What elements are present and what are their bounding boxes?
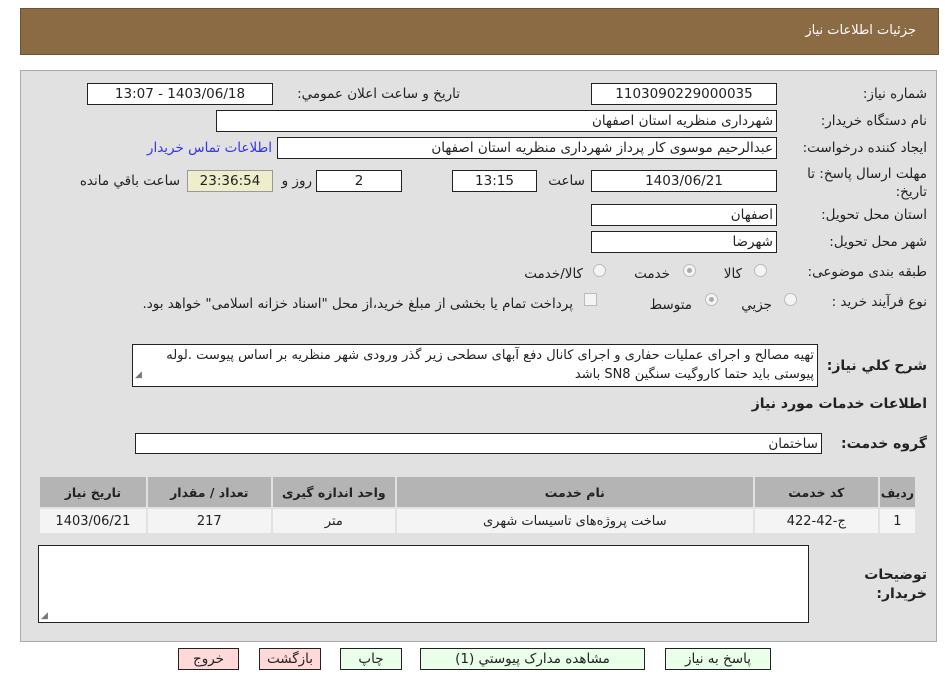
- category-service-label: خدمت: [634, 266, 670, 282]
- cell-qty: 217: [147, 509, 271, 533]
- services-title: اطلاعات خدمات مورد نیاز: [751, 396, 927, 412]
- creator-label: ایجاد کننده درخواست:: [802, 140, 927, 156]
- treasury-note: پرداخت تمام یا بخشی از مبلغ خرید،از محل …: [142, 296, 573, 312]
- city-field[interactable]: شهرضا: [591, 231, 777, 253]
- time-remaining-label: ساعت باقي مانده: [79, 173, 180, 189]
- category-label: طبقه بندی موضوعی:: [807, 264, 927, 280]
- view-attachments-button[interactable]: مشاهده مدارک پیوستي (1): [420, 648, 645, 670]
- page-header: جزئیات اطلاعات نیاز: [20, 8, 939, 55]
- city-label: شهر محل تحویل:: [829, 234, 927, 250]
- resize-grip-icon[interactable]: ◢: [41, 611, 48, 621]
- cell-date: 1403/06/21: [40, 509, 146, 533]
- description-label: شرح كلي نياز:: [826, 358, 927, 374]
- deadline-date-field[interactable]: 1403/06/21: [591, 170, 777, 192]
- service-group-field[interactable]: ساختمان: [135, 433, 822, 454]
- description-textarea[interactable]: تهیه مصالح و اجرای عملیات حفاری و اجرای …: [132, 344, 818, 387]
- deadline-time-label: ساعت: [548, 173, 585, 189]
- category-both-label: کالا/خدمت: [524, 266, 583, 282]
- purchase-minor-radio[interactable]: [784, 293, 797, 306]
- services-table: ردیف کد خدمت نام خدمت واحد اندازه گیری ت…: [38, 475, 917, 535]
- description-text: تهیه مصالح و اجرای عملیات حفاری و اجرای …: [166, 348, 814, 382]
- need-number-label: شماره نیاز:: [862, 86, 927, 102]
- category-goods-label: کالا: [723, 266, 742, 282]
- services-table-wrap: ردیف کد خدمت نام خدمت واحد اندازه گیری ت…: [38, 475, 917, 535]
- category-service-radio[interactable]: [683, 264, 696, 277]
- deadline-time-field[interactable]: 13:15: [452, 170, 537, 192]
- treasury-checkbox[interactable]: [584, 293, 597, 306]
- buyer-notes-textarea[interactable]: ◢: [38, 545, 809, 623]
- col-qty: تعداد / مقدار: [147, 477, 271, 507]
- buyer-notes-label: توضیحات خریدار:: [864, 567, 927, 602]
- resize-grip-icon[interactable]: ◢: [135, 366, 142, 385]
- category-both-radio[interactable]: [593, 264, 606, 277]
- back-button[interactable]: بازگشت: [259, 648, 321, 670]
- exit-button[interactable]: خروج: [178, 648, 239, 670]
- col-row: ردیف: [879, 477, 915, 507]
- cell-code: ج-42-422: [754, 509, 878, 533]
- table-header-row: ردیف کد خدمت نام خدمت واحد اندازه گیری ت…: [40, 477, 915, 507]
- purchase-medium-label: متوسط: [649, 297, 692, 313]
- announce-label: تاريخ و ساعت اعلان عمومي:: [297, 86, 460, 102]
- buyer-label: نام دستگاه خریدار:: [820, 113, 927, 129]
- category-goods-radio[interactable]: [754, 264, 767, 277]
- cell-unit: متر: [272, 509, 395, 533]
- days-label: روز و: [281, 173, 312, 189]
- purchase-minor-label: جزيي: [741, 297, 772, 313]
- buyer-contact-link[interactable]: اطلاعات تماس خریدار: [147, 140, 272, 156]
- cell-name: ساخت پروژه‌های تاسیسات شهری: [396, 509, 753, 533]
- col-name: نام خدمت: [396, 477, 753, 507]
- col-unit: واحد اندازه گیری: [272, 477, 395, 507]
- days-remaining-field[interactable]: 2: [316, 170, 402, 192]
- time-remaining-field: 23:36:54: [187, 170, 273, 192]
- deadline-label: مهلت ارسال پاسخ: تا تاریخ:: [807, 166, 927, 200]
- print-button[interactable]: چاپ: [340, 648, 402, 670]
- col-code: کد خدمت: [754, 477, 878, 507]
- reply-button[interactable]: پاسخ به نیاز: [665, 648, 771, 670]
- col-date: تاریخ نیاز: [40, 477, 146, 507]
- announce-field[interactable]: 1403/06/18 - 13:07: [87, 83, 273, 105]
- creator-field[interactable]: عبدالرحیم موسوی کار پرداز شهرداری منظریه…: [277, 137, 777, 159]
- province-label: استان محل تحویل:: [821, 207, 927, 223]
- buyer-field[interactable]: شهرداری منظریه استان اصفهان: [216, 110, 777, 132]
- need-number-field[interactable]: 1103090229000035: [591, 83, 777, 105]
- table-row: 1 ج-42-422 ساخت پروژه‌های تاسیسات شهری م…: [40, 509, 915, 533]
- province-field[interactable]: اصفهان: [591, 204, 777, 226]
- purchase-medium-radio[interactable]: [705, 293, 718, 306]
- purchase-type-label: نوع فرآیند خرید :: [831, 294, 927, 310]
- page-title: جزئیات اطلاعات نیاز: [805, 23, 916, 38]
- service-group-label: گروه خدمت:: [841, 436, 927, 452]
- cell-row: 1: [879, 509, 915, 533]
